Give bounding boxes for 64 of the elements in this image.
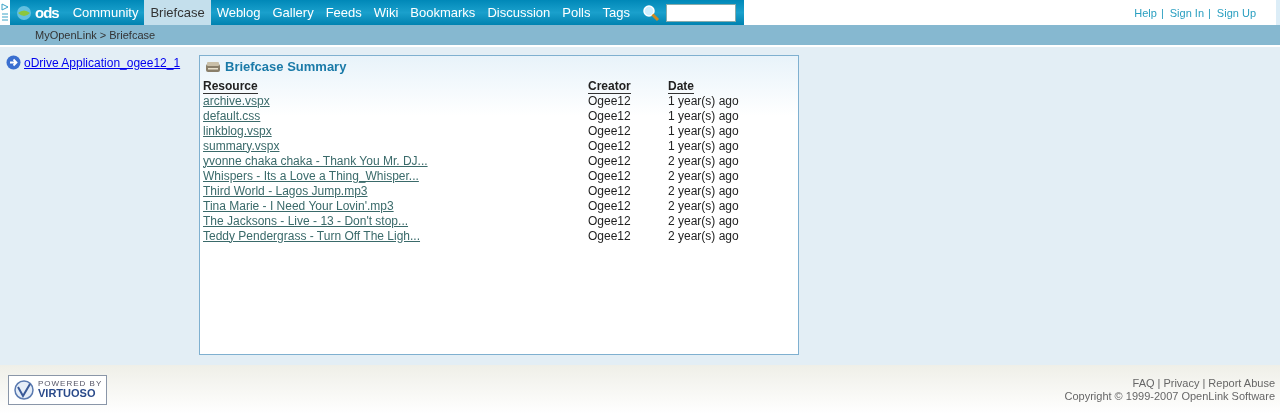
resource-link[interactable]: yvonne chaka chaka - Thank You Mr. DJ... xyxy=(203,153,428,168)
search-icon[interactable] xyxy=(641,3,660,22)
nav-tab[interactable]: Briefcase xyxy=(144,0,211,25)
column-header[interactable]: Date xyxy=(668,78,694,94)
table-cell: 2 year(s) ago xyxy=(668,213,739,228)
resource-link[interactable]: summary.vspx xyxy=(203,138,280,153)
header-link[interactable]: Sign Up xyxy=(1216,6,1256,19)
resource-link[interactable]: Whispers - Its a Love a Thing_Whisper... xyxy=(203,168,419,183)
copyright-text: Copyright © 1999-2007 OpenLink Software xyxy=(1064,390,1275,402)
globe-icon xyxy=(16,4,32,21)
table-cell: 2 year(s) ago xyxy=(668,198,739,213)
table-cell: Ogee12 xyxy=(588,123,631,138)
app-link[interactable]: oDrive Application_ogee12_1 xyxy=(24,55,181,70)
table-cell: Ogee12 xyxy=(588,153,631,168)
nav-tab[interactable]: Tags xyxy=(596,0,636,25)
header-link[interactable]: Help xyxy=(1134,6,1157,19)
separator: | xyxy=(1208,6,1211,19)
nav-tab[interactable]: Polls xyxy=(556,0,597,25)
nav-tab[interactable]: Bookmarks xyxy=(404,0,482,25)
table-cell: 2 year(s) ago xyxy=(668,183,739,198)
table-cell: Ogee12 xyxy=(588,168,631,183)
table-cell: 2 year(s) ago xyxy=(668,168,739,183)
nav-tab[interactable]: Gallery xyxy=(266,0,320,25)
table-cell: Ogee12 xyxy=(588,198,631,213)
briefcase-icon xyxy=(205,60,221,73)
powered-by-badge: POWERED BY VIRTUOSO xyxy=(8,374,108,405)
table-cell: 1 year(s) ago xyxy=(668,93,739,108)
table-cell: 1 year(s) ago xyxy=(668,138,739,153)
panel-title: Briefcase Summary xyxy=(225,59,347,74)
column-header[interactable]: Creator xyxy=(588,78,631,94)
footer-link[interactable]: Privacy xyxy=(1163,377,1200,389)
resource-link[interactable]: The Jacksons - Live - 13 - Don't stop... xyxy=(203,213,409,228)
resource-link[interactable]: linkblog.vspx xyxy=(203,123,272,138)
nav-tab[interactable]: Community xyxy=(66,0,145,25)
resource-link[interactable]: Teddy Pendergrass - Turn Off The Ligh... xyxy=(203,228,420,243)
table-cell: 2 year(s) ago xyxy=(668,153,739,168)
footer-link[interactable]: Report Abuse xyxy=(1208,377,1275,389)
nav-tab[interactable]: Weblog xyxy=(210,0,267,25)
logo-text: ods xyxy=(35,4,59,21)
resource-link[interactable]: Tina Marie - I Need Your Lovin'.mp3 xyxy=(203,198,394,213)
header-link[interactable]: Sign In xyxy=(1169,6,1204,19)
search-field[interactable] xyxy=(665,3,736,22)
table-cell: 1 year(s) ago xyxy=(668,108,739,123)
table-cell: Ogee12 xyxy=(588,93,631,108)
table-cell: 2 year(s) ago xyxy=(668,228,739,243)
footer-link[interactable]: FAQ xyxy=(1132,377,1155,389)
table-cell: 1 year(s) ago xyxy=(668,123,739,138)
resource-link[interactable]: archive.vspx xyxy=(203,93,270,108)
resource-link[interactable]: Third World - Lagos Jump.mp3 xyxy=(203,183,368,198)
nav-tab[interactable]: Discussion xyxy=(481,0,557,25)
separator: | xyxy=(1160,6,1164,19)
table-cell: Ogee12 xyxy=(588,213,631,228)
separator: | xyxy=(1202,377,1206,389)
arrow-circle-icon xyxy=(6,55,21,70)
resource-link[interactable]: default.css xyxy=(203,108,261,123)
column-header[interactable]: Resource xyxy=(203,78,258,94)
breadcrumb: MyOpenLink > Briefcase xyxy=(35,29,156,41)
table-cell: Ogee12 xyxy=(588,138,631,153)
menu-toggle-icon[interactable] xyxy=(0,0,10,25)
table-cell: Ogee12 xyxy=(588,183,631,198)
table-cell: Ogee12 xyxy=(588,228,631,243)
nav-tab[interactable]: Wiki xyxy=(367,0,405,25)
table-cell: Ogee12 xyxy=(588,108,631,123)
separator: | xyxy=(1157,377,1161,389)
